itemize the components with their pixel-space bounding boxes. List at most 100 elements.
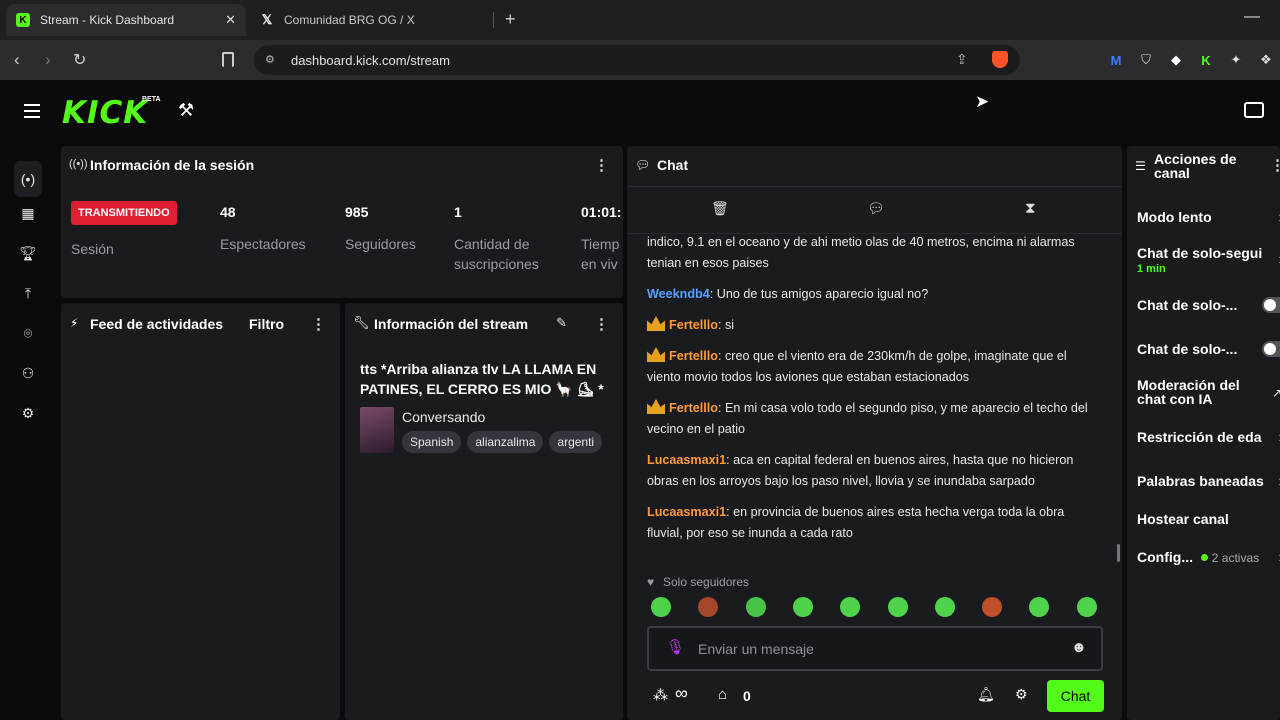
crown-badge-icon (647, 347, 665, 362)
sub-chat-item[interactable]: Chat de solo-... (1137, 297, 1280, 313)
age-restriction-item[interactable]: Restricción de eda› (1137, 429, 1280, 446)
extension-m-icon[interactable]: M (1108, 52, 1124, 68)
stream-broadcast-icon[interactable]: (•) (14, 161, 42, 197)
emote-icon[interactable] (887, 597, 908, 617)
panel-title: Información de la sesión (90, 157, 255, 173)
category-thumbnail[interactable] (360, 407, 394, 453)
emote-icon[interactable] (698, 597, 719, 617)
chat-input[interactable]: 🎙︎ Enviar un mensaje ☻ (647, 626, 1103, 671)
brave-shield-icon[interactable] (992, 51, 1008, 68)
emote-icon[interactable] (840, 597, 861, 617)
chat-settings-bubble-icon[interactable]: 💬︎ (867, 200, 885, 217)
toggle-switch[interactable] (1262, 297, 1280, 313)
emote-icon[interactable] (745, 597, 766, 617)
tag[interactable]: alianzalima (467, 431, 544, 453)
activity-menu-icon[interactable]: ⋮ (311, 315, 326, 333)
settings-icon[interactable]: ⚙ (16, 401, 40, 425)
back-icon[interactable]: ‹ (14, 50, 20, 70)
bookmark-icon[interactable] (222, 52, 234, 67)
host-channel-item[interactable]: Hostear canal (1137, 511, 1280, 527)
slow-mode-item[interactable]: Modo lento› (1137, 209, 1280, 226)
chat-username[interactable]: Lucaasmaxi1 (647, 505, 726, 519)
emote-icon[interactable] (792, 597, 813, 617)
bell-icon[interactable]: 🔔︎ (977, 686, 995, 703)
chat-message: Weekndb4: Uno de tus amigos aparecio igu… (647, 284, 1097, 305)
emote-icon[interactable] (1029, 597, 1050, 617)
followers-chat-item[interactable]: Chat de solo-segui› 1 min (1137, 245, 1280, 275)
extensions-puzzle-icon[interactable]: ✦ (1228, 52, 1244, 68)
extension-shield-icon[interactable]: ⛉ (1138, 52, 1154, 68)
chat-text: : Uno de tus amigos aparecio igual no? (709, 287, 929, 301)
chat-message: Lucaasmaxi1: en provincia de buenos aire… (647, 502, 1097, 544)
forward-icon[interactable]: › (45, 50, 51, 70)
chat-username[interactable]: Fertelllo (669, 349, 718, 363)
tab-x-community[interactable]: 𝕏 Comunidad BRG OG / X (250, 4, 490, 36)
followers-label: Seguidores (345, 236, 416, 252)
chat-username[interactable]: Fertelllo (669, 401, 718, 415)
extension-kick-icon[interactable]: K (1198, 52, 1214, 68)
crown-badge-icon (647, 316, 665, 331)
kick-logo[interactable]: KICK (62, 95, 148, 131)
edit-icon[interactable]: ✎ (556, 315, 567, 331)
tab-divider (493, 12, 494, 28)
chat-username[interactable]: Lucaasmaxi1 (647, 453, 726, 467)
analytics-icon[interactable]: ▦ (16, 201, 40, 225)
share-icon[interactable]: ⇪ (956, 51, 968, 68)
item-sub: 2 activas (1211, 551, 1260, 565)
ai-moderation-item[interactable]: Moderación del chat con IA (1137, 378, 1247, 406)
store-icon[interactable]: ⌂ (718, 686, 727, 703)
infinity-icon: ∞ (675, 683, 688, 703)
emoji-icon[interactable]: ☻ (1071, 639, 1087, 656)
beta-badge: BETA (142, 96, 161, 103)
url-field[interactable]: ⚙ dashboard.kick.com/stream ⇪ (254, 45, 1020, 75)
community-icon[interactable]: ⚇ (16, 361, 40, 385)
tag[interactable]: argenti (549, 431, 603, 453)
chat-scrollbar[interactable] (1117, 544, 1120, 562)
chat-settings-gear-icon[interactable]: ⚙ (1015, 686, 1028, 703)
browser-tab-bar: K Stream - Kick Dashboard ✕ 𝕏 Comunidad … (0, 0, 1280, 40)
site-settings-icon[interactable]: ⚙ (265, 53, 275, 66)
chat-text: indico, 9.1 en el oceano y de ahi metio … (647, 235, 1075, 270)
creator-icon[interactable] (1244, 102, 1264, 118)
emote-icon[interactable] (982, 597, 1003, 617)
capture-icon[interactable]: ⌾ (16, 321, 40, 345)
config-item[interactable]: Config... 2 activas › (1137, 549, 1280, 566)
microphone-icon[interactable]: 🎙︎ (666, 638, 685, 656)
emote-chat-item[interactable]: Chat de solo-... (1137, 341, 1280, 357)
chat-username[interactable]: Fertelllo (669, 318, 718, 332)
emote-icon[interactable] (651, 597, 671, 617)
filter-button[interactable]: Filtro (249, 316, 284, 332)
reload-icon[interactable]: ↻ (73, 50, 86, 70)
tab-kick-dashboard[interactable]: K Stream - Kick Dashboard ✕ (6, 4, 246, 36)
menu-icon[interactable] (24, 104, 40, 118)
hammer-icon[interactable]: ⚒ (178, 100, 194, 121)
item-label: Hostear canal (1137, 511, 1229, 527)
upload-icon[interactable]: ⤒ (16, 281, 40, 305)
trash-icon[interactable]: 🗑︎ (711, 200, 729, 217)
extension-diamond-icon[interactable]: ◆ (1168, 52, 1184, 68)
stream-info-panel: 🔧︎ Información del stream ✎ ⋮ tts *Arrib… (345, 303, 623, 720)
tab-title: Comunidad BRG OG / X (284, 13, 415, 27)
minimize-icon[interactable]: — (1244, 8, 1260, 26)
emote-icon[interactable] (1076, 597, 1097, 617)
kick-header: KICK BETA ⚒ ➤ (0, 80, 1280, 144)
session-menu-icon[interactable]: ⋮ (594, 156, 609, 174)
new-tab-icon[interactable]: + (505, 9, 516, 30)
trophy-icon[interactable]: 🏆︎ (16, 241, 40, 265)
points-icon[interactable]: ⁂ (653, 686, 668, 704)
actions-menu-icon[interactable]: ⋮ (1270, 156, 1280, 174)
emote-icon[interactable] (934, 597, 955, 617)
item-label: Modo lento (1137, 209, 1212, 225)
banned-words-item[interactable]: Palabras baneadas› (1137, 473, 1280, 490)
wrench-icon: 🔧︎ (353, 315, 370, 330)
category-name[interactable]: Conversando (402, 409, 485, 425)
send-chat-button[interactable]: Chat (1047, 680, 1104, 712)
toggle-switch[interactable] (1262, 341, 1280, 357)
followers-only-label: Solo seguidores (663, 575, 750, 589)
chat-username[interactable]: Weekndb4 (647, 287, 710, 301)
extension-grid-icon[interactable]: ❖ (1258, 52, 1274, 68)
hourglass-icon[interactable]: ⧗ (1025, 200, 1036, 217)
stream-menu-icon[interactable]: ⋮ (594, 315, 609, 333)
close-tab-icon[interactable]: ✕ (225, 12, 236, 28)
tag[interactable]: Spanish (402, 431, 462, 453)
